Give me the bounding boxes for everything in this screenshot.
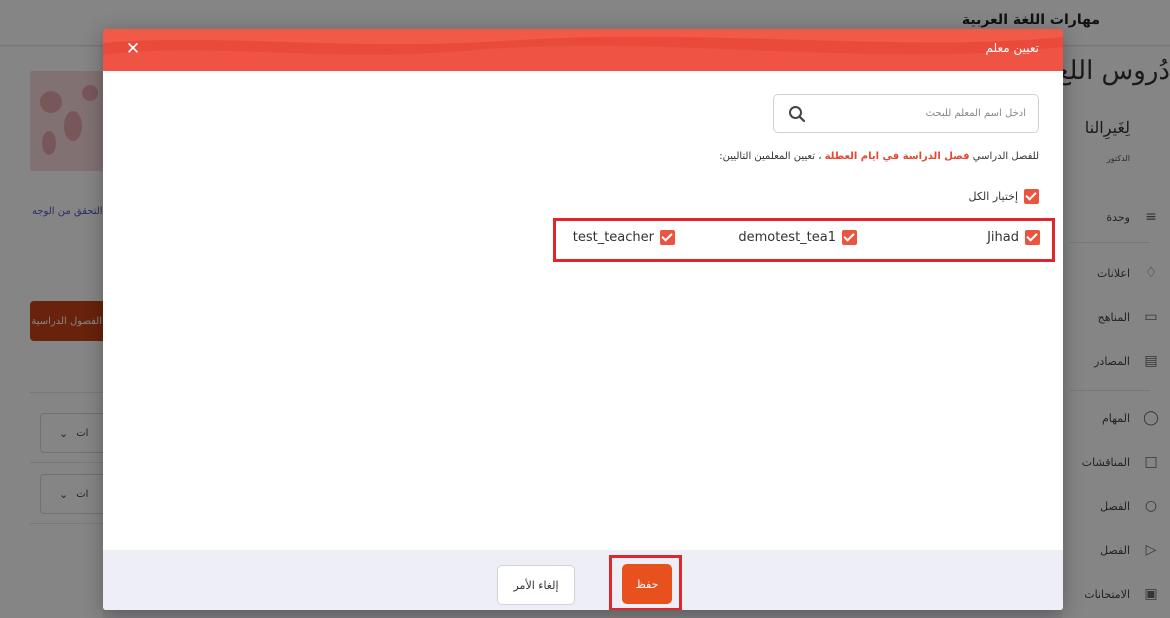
teacher-search (773, 94, 1039, 133)
teacher-name: test_teacher (572, 230, 654, 245)
dialog-header: تعيين معلم ✕ (103, 29, 1063, 71)
assign-description: للفصل الدراسي فصل الدراسة في ايام العطلة… (719, 151, 1039, 162)
checkbox-checked[interactable] (660, 230, 675, 245)
assign-teacher-dialog: تعيين معلم ✕ للفصل الدراسي فصل الدراسة ف… (103, 29, 1063, 610)
teacher-name: demotest_tea1 (738, 230, 836, 245)
course-name: فصل الدراسة في ايام العطلة (824, 151, 970, 162)
checkbox-checked[interactable] (1024, 189, 1039, 204)
teacher-option-jihad[interactable]: Jihad (987, 230, 1040, 245)
checkbox-checked[interactable] (1025, 230, 1040, 245)
select-all-checkbox[interactable]: إختيار الكل (969, 189, 1039, 204)
dialog-footer (103, 550, 1063, 610)
cancel-button[interactable]: إلغاء الأمر (497, 565, 575, 605)
assign-prefix: للفصل الدراسي (972, 151, 1039, 162)
dialog-title: تعيين معلم (985, 41, 1040, 55)
close-icon[interactable]: ✕ (123, 39, 143, 59)
checkbox-checked[interactable] (842, 230, 857, 245)
search-icon[interactable] (788, 105, 806, 123)
search-input[interactable] (816, 95, 1026, 132)
teacher-option-test-teacher[interactable]: test_teacher (573, 230, 675, 245)
teacher-name: Jihad (987, 230, 1019, 245)
header-wave-decoration (103, 29, 1063, 71)
assign-suffix: ، تعيين المعلمين التاليين: (719, 151, 822, 162)
save-button[interactable]: حفظ (622, 564, 672, 604)
select-all-label: إختيار الكل (968, 190, 1018, 203)
teacher-option-demotest-tea1[interactable]: demotest_tea1 (738, 230, 857, 245)
